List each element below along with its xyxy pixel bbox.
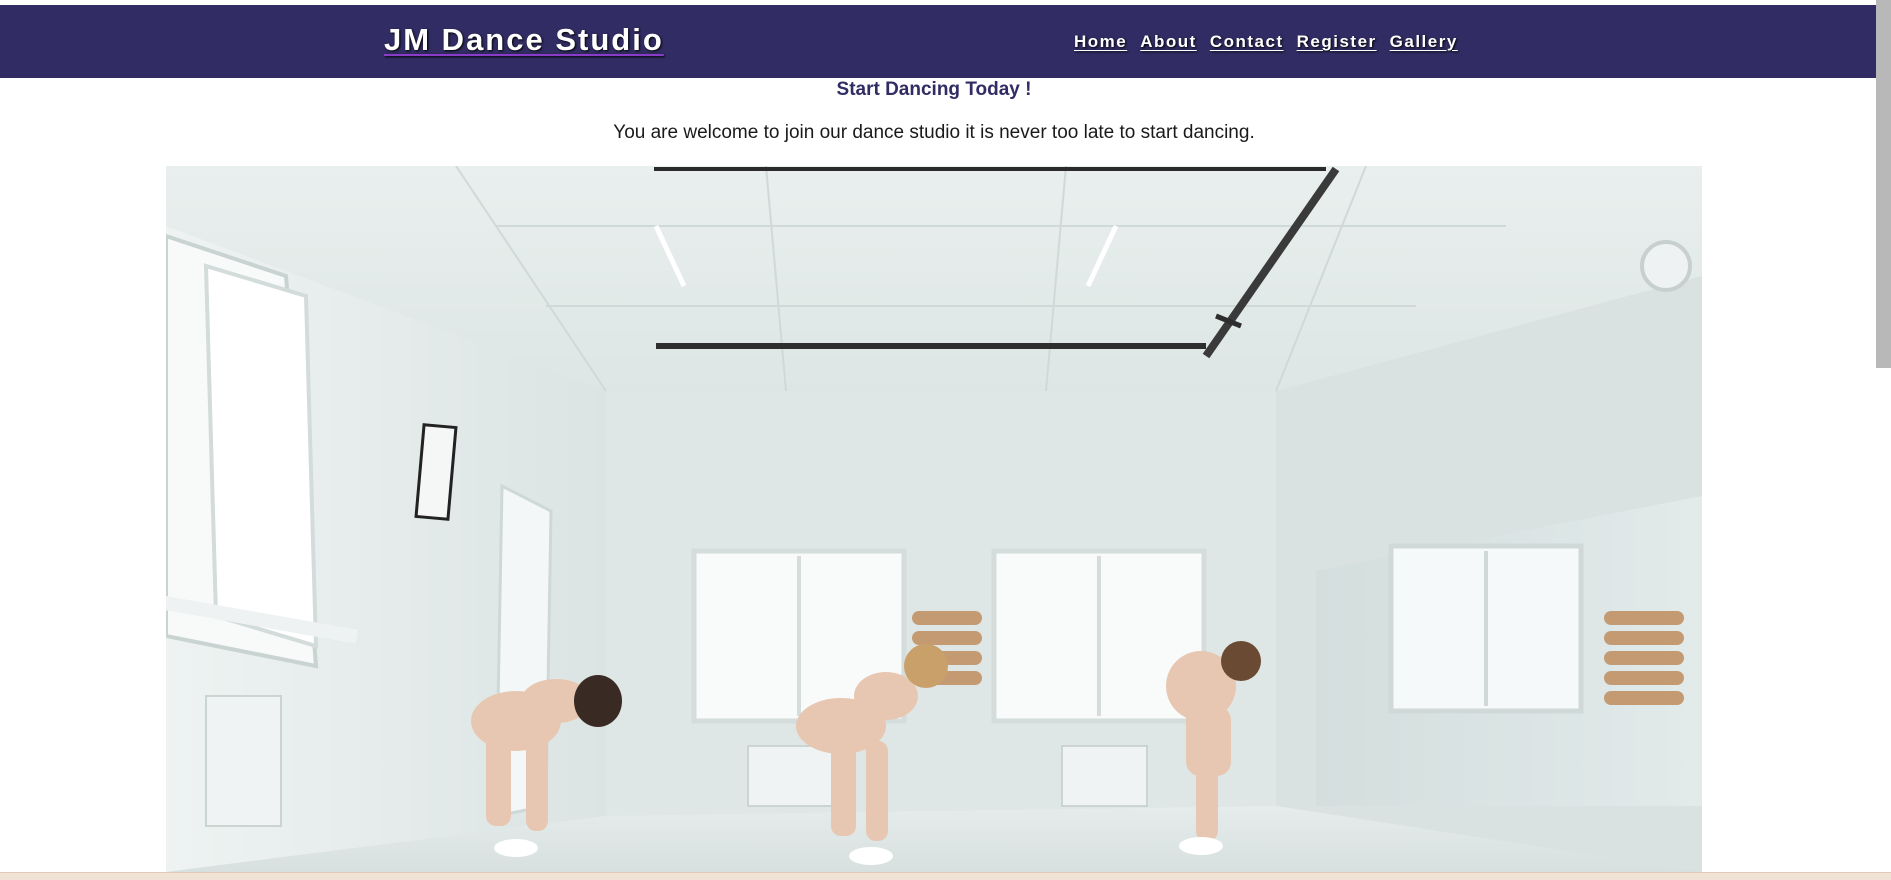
- dance-studio-photo: [166, 166, 1702, 872]
- nav-link-gallery[interactable]: Gallery: [1390, 32, 1458, 52]
- brand-logo-link[interactable]: JM Dance Studio: [384, 22, 664, 58]
- main-nav: Home About Contact Register Gallery: [1074, 32, 1458, 52]
- page: JM Dance Studio Home About Contact Regis…: [0, 0, 1891, 880]
- bottom-bar: [0, 872, 1891, 880]
- page-headline: Start Dancing Today !: [836, 79, 1032, 100]
- nav-link-contact[interactable]: Contact: [1210, 32, 1284, 52]
- navbar: JM Dance Studio Home About Contact Regis…: [0, 5, 1876, 78]
- scrollbar-thumb[interactable]: [1876, 0, 1891, 368]
- intro-text: You are welcome to join our dance studio…: [613, 122, 1255, 143]
- nav-link-register[interactable]: Register: [1297, 32, 1377, 52]
- nav-link-home[interactable]: Home: [1074, 32, 1127, 52]
- nav-link-about[interactable]: About: [1140, 32, 1197, 52]
- hero-image: [166, 166, 1702, 872]
